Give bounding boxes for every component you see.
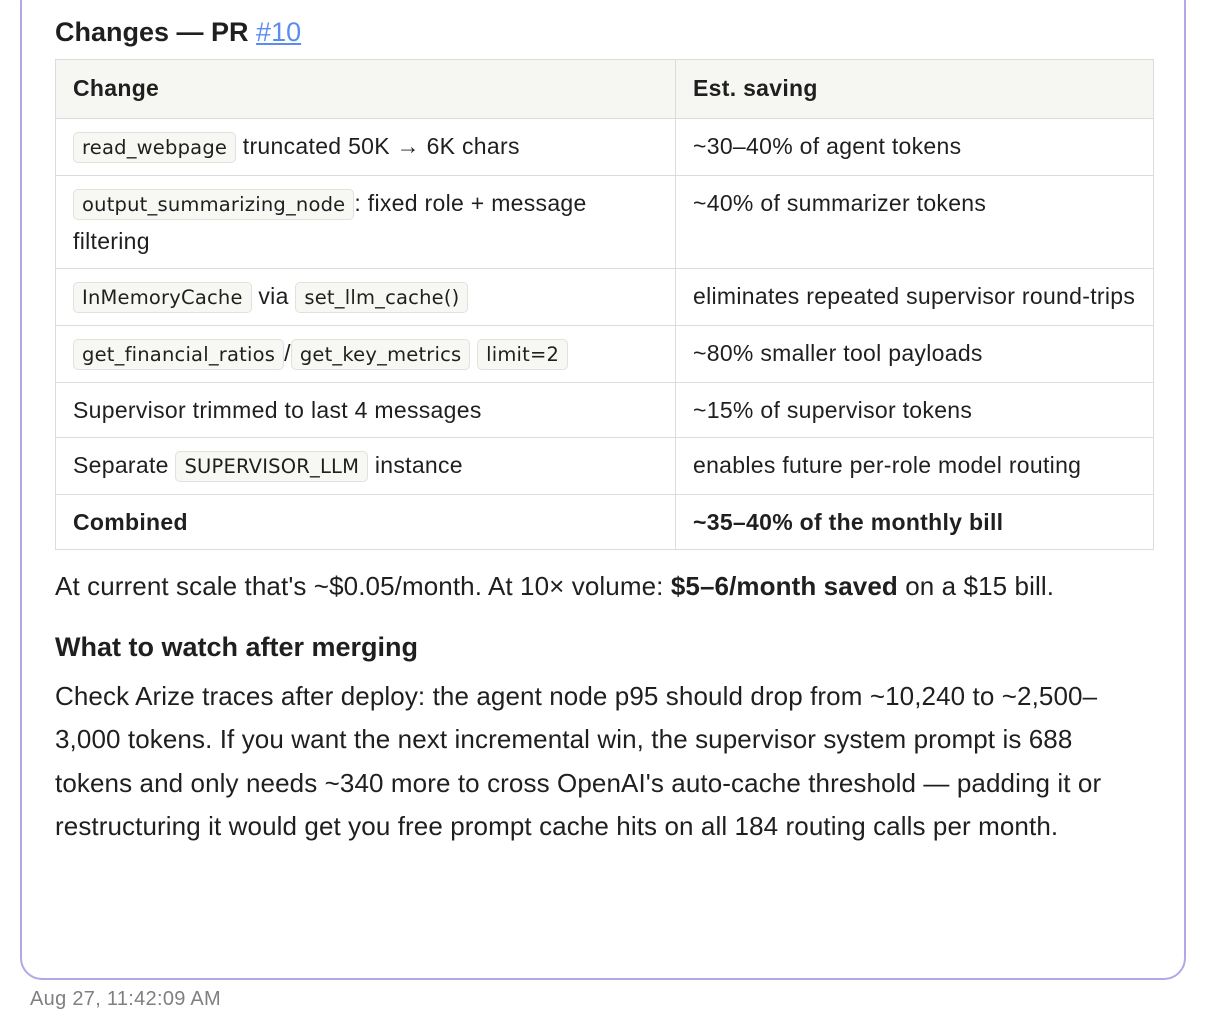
table-row: InMemoryCache via set_llm_cache() elimina… [55,268,1154,326]
table-row: read_webpage truncated 50K → 6K chars ~30… [55,118,1154,176]
table-row-total: Combined ~35–40% of the monthly bill [55,494,1154,550]
total-saving-cell: ~35–40% of the monthly bill [675,494,1154,550]
change-cell: Supervisor trimmed to last 4 messages [55,382,676,438]
table-row: Supervisor trimmed to last 4 messages ~15… [55,382,1154,438]
change-text: Supervisor trimmed to last 4 messages [73,397,482,423]
saving-cell: ~15% of supervisor tokens [675,382,1154,438]
total-change-cell: Combined [55,494,676,550]
change-cell: read_webpage truncated 50K → 6K chars [55,118,676,176]
table-row: get_financial_ratios / get_key_metrics lim… [55,325,1154,383]
change-text: Separate [73,452,176,478]
changes-table: Change Est. saving read_webpage truncate… [55,59,1154,550]
saving-cell: ~40% of summarizer tokens [675,175,1154,269]
inline-code: get_financial_ratios [73,339,285,370]
header-est-saving: Est. saving [675,59,1154,119]
inline-code: InMemoryCache [73,282,252,313]
change-cell: get_financial_ratios / get_key_metrics lim… [55,325,676,383]
change-cell: InMemoryCache via set_llm_cache() [55,268,676,326]
inline-code: output_summarizing_node [73,189,355,220]
watch-paragraph: Check Arize traces after deploy: the age… [55,680,1102,842]
pr-link[interactable]: #10 [256,17,301,47]
change-text: instance [368,452,463,478]
saving-cell: eliminates repeated supervisor round-tri… [675,268,1154,326]
inline-code: read_webpage [73,132,237,163]
change-text: truncated 50K → 6K chars [236,133,520,159]
inline-code: get_key_metrics [290,339,471,370]
saving-cell: ~30–40% of agent tokens [675,118,1154,176]
header-change: Change [55,59,676,119]
inline-code: limit=2 [477,339,569,370]
message-timestamp: Aug 27, 11:42:09 AM [30,988,222,1010]
watch-heading: What to watch after merging [55,631,419,662]
table-header-row: Change Est. saving [55,59,1154,119]
scale-paragraph: At current scale that's ~$0.05/month. At… [55,571,1055,601]
table-row: output_summarizing_node: fixed role + me… [55,175,1154,269]
section-title: Changes — PR #10 [55,17,302,47]
change-text: via [251,283,296,309]
table-row: Separate SUPERVISOR_LLM instance enables … [55,437,1154,495]
saving-cell: enables future per-role model routing [675,437,1154,495]
change-text: / [284,340,291,366]
inline-code: set_llm_cache() [295,282,469,313]
inline-code: SUPERVISOR_LLM [175,451,369,482]
change-cell: output_summarizing_node: fixed role + me… [55,175,676,269]
message-content: Changes — PR #10 Change Est. saving read… [55,14,1154,849]
change-cell: Separate SUPERVISOR_LLM instance [55,437,676,495]
saving-cell: ~80% smaller tool payloads [675,325,1154,383]
